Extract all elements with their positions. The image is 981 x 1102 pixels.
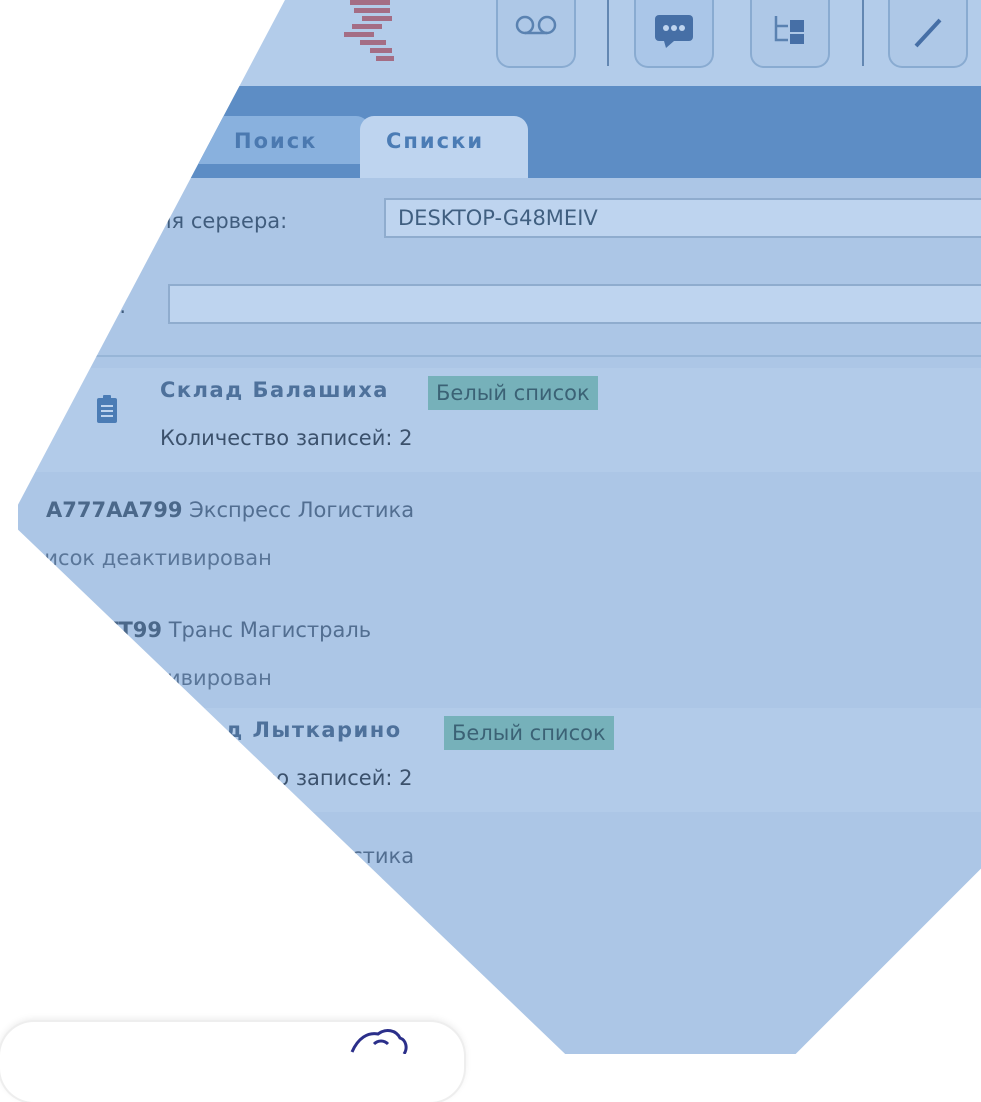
pencil-icon [914, 18, 942, 48]
list-group-header[interactable]: Склад Лыткарино Белый список Количество … [30, 708, 981, 812]
app-window-frame: Поиск Списки Имя сервера: DESKTOP-G48MEI… [18, 0, 981, 1100]
list-item[interactable]: Т999ТТ99 Транс Магистраль [46, 618, 371, 642]
hand-icon [350, 1029, 408, 1054]
hierarchy-button[interactable] [750, 0, 830, 68]
app-window: Поиск Списки Имя сервера: DESKTOP-G48MEI… [16, 0, 981, 1054]
tab-bar: Поиск Списки [18, 86, 981, 178]
server-label: Имя сервера: [140, 209, 288, 233]
divider [18, 355, 981, 357]
list-item[interactable]: А777АА799 Экспресс Логистика [46, 844, 414, 868]
toolbar [18, 0, 981, 86]
tab-lists[interactable]: Списки [360, 116, 528, 178]
company-name: Транс Магистраль [168, 618, 372, 642]
voicemail-button[interactable] [496, 0, 576, 68]
chevron-down-icon[interactable] [44, 740, 64, 760]
record-count: Количество записей: 2 [160, 426, 413, 450]
list-status: Список деактивирован [16, 666, 272, 690]
record-count: Количество записей: 2 [160, 766, 413, 790]
filter-label: Фильтр: [36, 294, 127, 318]
list-type-badge: Белый список [428, 376, 598, 410]
filter-input[interactable] [168, 284, 981, 324]
clipboard-list-icon [97, 735, 117, 763]
clipboard-list-icon [97, 395, 117, 423]
chevron-down-icon[interactable] [44, 400, 64, 420]
logo-icon [344, 0, 394, 61]
tab-lists-label: Списки [386, 129, 485, 153]
plate-number: А777АА799 [46, 498, 183, 522]
list-item[interactable]: А777АА799 Экспресс Логистика [46, 498, 414, 522]
company-name: Экспресс Логистика [189, 844, 415, 868]
list-group-header[interactable]: Склад Балашиха Белый список Количество з… [30, 368, 981, 472]
lists-panel: Имя сервера: DESKTOP-G48MEIV Фильтр: Скл… [16, 178, 981, 1054]
toolbar-separator [607, 0, 609, 66]
toolbar-separator [862, 0, 864, 66]
server-field[interactable]: DESKTOP-G48MEIV [384, 198, 981, 238]
company-name: Экспресс Логистика [189, 498, 415, 522]
plate-number: А777АА799 [46, 844, 183, 868]
plate-number: Т999ТТ99 [46, 618, 163, 642]
group-name: Склад Лыткарино [160, 718, 402, 742]
tab-search-label: Поиск [234, 129, 318, 153]
chat-icon [655, 15, 693, 48]
chat-button[interactable] [634, 0, 714, 68]
voicemail-icon [515, 15, 557, 35]
tab-search[interactable]: Поиск [120, 116, 370, 164]
hierarchy-icon [774, 16, 804, 44]
group-name: Склад Балашиха [160, 378, 389, 402]
list-status: Список деактивирован [16, 546, 272, 570]
list-type-badge: Белый список [444, 716, 614, 750]
edit-button[interactable] [888, 0, 968, 68]
